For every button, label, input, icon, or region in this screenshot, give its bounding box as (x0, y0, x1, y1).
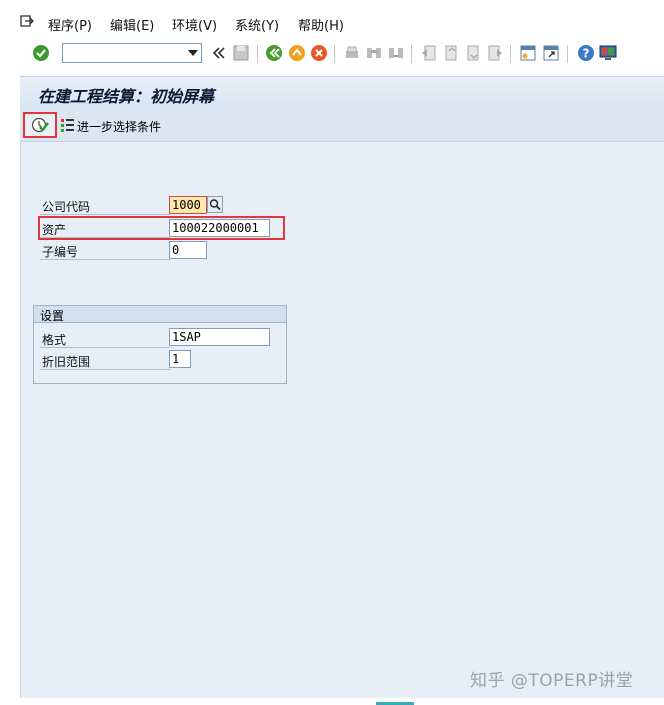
last-page-icon[interactable] (485, 43, 505, 63)
company-code-input[interactable]: 1000 (169, 196, 207, 214)
selection-list-icon (61, 119, 74, 132)
toolbar-separator (411, 45, 412, 63)
search-help-button[interactable] (207, 196, 223, 213)
first-page-icon[interactable] (419, 43, 439, 63)
execute-button[interactable] (23, 112, 57, 138)
label-underline (40, 347, 170, 348)
settings-group-title: 设置 (40, 309, 65, 323)
watermark: 知乎 @TOPERP讲堂 (470, 671, 634, 691)
label-underline (40, 214, 170, 215)
print-icon[interactable] (342, 43, 362, 63)
prev-page-icon[interactable] (441, 43, 461, 63)
help-icon[interactable]: ? (576, 43, 596, 63)
more-selections-label: 进一步选择条件 (77, 120, 162, 134)
depreciation-area-label: 折旧范围 (42, 355, 91, 369)
svg-text:?: ? (583, 47, 590, 61)
title-bar: 在建工程结算：初始屏幕 (20, 76, 664, 110)
menu-bar: 程序(P) 编辑(E) 环境(V) 系统(Y) 帮助(H) (0, 0, 664, 40)
menu-help[interactable]: 帮助(H) (298, 15, 344, 34)
exit-icon[interactable] (287, 43, 307, 63)
shortcut-icon[interactable] (541, 43, 561, 63)
menu-edit[interactable]: 编辑(E) (110, 15, 154, 34)
execute-clock-icon (31, 117, 49, 133)
menu-environment[interactable]: 环境(V) (172, 15, 217, 34)
customize-layout-icon[interactable] (598, 43, 618, 63)
back-icon[interactable] (264, 43, 284, 63)
subnumber-label: 子编号 (42, 245, 79, 259)
layout-input[interactable]: 1SAP (169, 328, 270, 346)
next-page-icon[interactable] (463, 43, 483, 63)
label-underline (40, 369, 170, 370)
back-double-icon[interactable] (209, 43, 229, 63)
toolbar-separator (257, 45, 258, 63)
toolbar-separator (510, 45, 511, 63)
find-next-icon[interactable] (386, 43, 406, 63)
find-icon[interactable] (364, 43, 384, 63)
new-session-icon[interactable] (518, 43, 538, 63)
chevron-down-icon[interactable] (188, 50, 198, 56)
asset-highlight-box (38, 216, 285, 240)
label-underline (40, 259, 170, 260)
toolbar-separator (567, 45, 568, 63)
enter-icon[interactable] (31, 43, 51, 63)
search-icon (209, 199, 221, 211)
subnumber-input[interactable]: 0 (169, 241, 207, 259)
application-toolbar: 进一步选择条件 (20, 109, 664, 142)
page-title: 在建工程结算：初始屏幕 (38, 87, 215, 106)
command-field[interactable] (62, 43, 202, 63)
menu-exit-icon[interactable] (20, 14, 34, 27)
menu-program[interactable]: 程序(P) (48, 15, 92, 34)
settings-group-header: 设置 (34, 306, 286, 323)
company-code-label: 公司代码 (42, 200, 91, 214)
cancel-icon[interactable] (309, 43, 329, 63)
save-icon[interactable] (231, 43, 251, 63)
menu-system[interactable]: 系统(Y) (235, 15, 279, 34)
toolbar-separator (334, 45, 335, 63)
depreciation-area-input[interactable]: 1 (169, 350, 191, 368)
layout-label: 格式 (42, 333, 67, 347)
